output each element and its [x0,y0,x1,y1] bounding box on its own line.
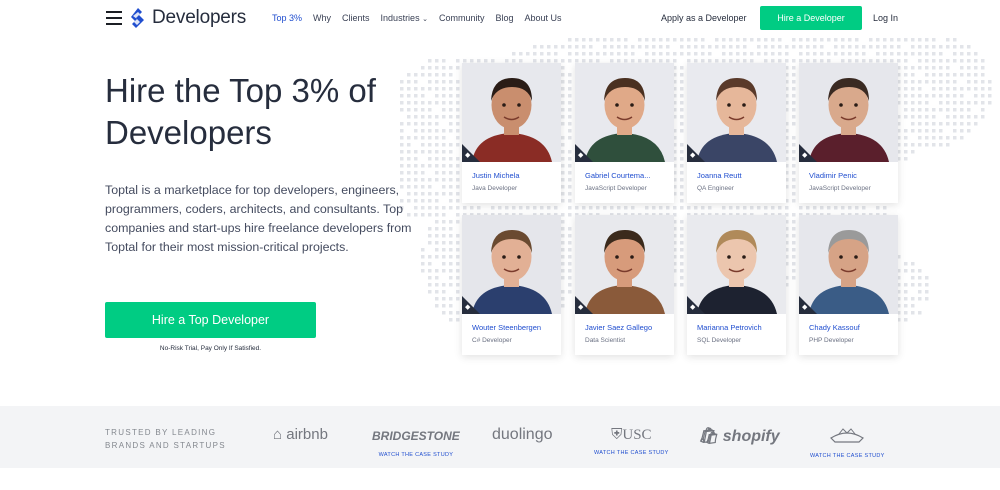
top-navigation: Developers Top 3% Why Clients Industries… [0,0,1000,36]
brand-name: airbnb [286,426,328,443]
toptal-logo-icon: ◆ [578,304,584,311]
brand-airbnb: ⌂ airbnb [273,426,328,443]
developer-role: Java Developer [472,185,518,192]
brand-name: shopify [722,428,780,445]
nav-link-about[interactable]: About Us [525,13,562,23]
brand-duolingo: duolingo [492,426,553,444]
duolingo-logo: duolingo [492,426,553,443]
developer-role: QA Engineer [697,185,734,192]
hire-top-developer-button[interactable]: Hire a Top Developer [105,302,316,338]
developer-name: Justin Michela [472,171,520,180]
developer-role: C# Developer [472,337,512,344]
shopify-logo: 🛍 shopify [698,426,780,446]
chevron-down-icon: ⌄ [422,16,428,23]
developer-card[interactable]: ◆ Chady Kassouf PHP Developer [799,215,898,355]
case-study-link[interactable]: WATCH THE CASE STUDY [594,450,669,456]
developer-card[interactable]: ◆ Joanna Reutt QA Engineer [687,63,786,203]
login-link[interactable]: Log In [873,13,898,23]
developer-name: Chady Kassouf [809,323,860,332]
developer-photo: ◆ [462,63,561,162]
developer-role: SQL Developer [697,337,742,344]
toptal-logo-icon: ◆ [690,304,696,311]
developer-role: Data Scientist [585,337,626,344]
logo-text: Developers [152,7,247,28]
bridgestone-logo: BRIDGESTONE [372,429,460,443]
nav-link-blog[interactable]: Blog [495,13,513,23]
developer-photo: ◆ [462,215,561,314]
developer-photo: ◆ [687,215,786,314]
trusted-label: TRUSTED BY LEADING BRANDS AND STARTUPS [105,428,226,450]
developer-name: Joanna Reutt [697,171,742,180]
brand-cavaliers: WATCH THE CASE STUDY [810,426,885,459]
toptal-logo-icon: ◆ [465,304,471,311]
developer-name: Marianna Petrovich [697,323,762,332]
developer-card[interactable]: ◆ Vladimir Penic JavaScript Developer [799,63,898,203]
toptal-logo-icon [131,8,144,28]
case-study-link[interactable]: WATCH THE CASE STUDY [810,453,885,459]
brand-name: USC [622,427,652,443]
hire-developer-button[interactable]: Hire a Developer [760,6,862,30]
nav-link-industries-label: Industries [380,13,420,23]
usc-logo: ⛨USC [594,426,669,444]
nav-links: Top 3% Why Clients Industries ⌄ Communit… [272,13,573,23]
toptal-logo-icon: ◆ [802,304,808,311]
brand-usc: ⛨USC WATCH THE CASE STUDY [594,426,669,456]
toptal-logo-icon: ◆ [802,152,808,159]
developer-photo: ◆ [687,63,786,162]
nav-link-why[interactable]: Why [313,13,331,23]
developer-photo: ◆ [799,215,898,314]
developer-name: Wouter Steenbergen [472,323,542,332]
shopify-bag-icon: 🛍 [698,428,719,445]
brand-shopify: 🛍 shopify [698,426,780,446]
page-title: Hire the Top 3% of Developers [105,72,376,151]
developer-name: Javier Saez Gallego [585,323,653,332]
developer-photo: ◆ [575,215,674,314]
nav-link-clients[interactable]: Clients [342,13,370,23]
developer-name: Gabriel Courtema... [585,171,651,180]
developer-photo: ◆ [575,63,674,162]
nav-link-top3[interactable]: Top 3% [272,13,302,23]
developer-card[interactable]: ◆ Gabriel Courtema... JavaScript Developer [575,63,674,203]
brand-bridgestone: BRIDGESTONE WATCH THE CASE STUDY [372,426,460,458]
airbnb-logo: ⌂ airbnb [273,426,328,443]
developer-card[interactable]: ◆ Wouter Steenbergen C# Developer [462,215,561,355]
logo[interactable]: Developers [131,7,246,29]
toptal-logo-icon: ◆ [465,152,471,159]
hamburger-icon[interactable] [106,11,122,25]
toptal-logo-icon: ◆ [578,152,584,159]
hero-description: Toptal is a marketplace for top develope… [105,183,412,254]
usc-shield-icon: ⛨ [611,427,623,443]
developer-role: JavaScript Developer [585,185,647,192]
airbnb-icon: ⌂ [273,426,283,443]
case-study-link[interactable]: WATCH THE CASE STUDY [372,452,460,458]
developer-card[interactable]: ◆ Marianna Petrovich SQL Developer [687,215,786,355]
nav-link-industries[interactable]: Industries ⌄ [381,13,428,23]
developer-photo: ◆ [799,63,898,162]
trusted-brands-band: TRUSTED BY LEADING BRANDS AND STARTUPS ⌂… [0,406,1000,468]
developer-role: JavaScript Developer [809,185,871,192]
developer-name: Vladimir Penic [809,171,857,180]
nav-link-community[interactable]: Community [439,13,485,23]
cavaliers-logo-icon [830,428,865,443]
developer-card[interactable]: ◆ Javier Saez Gallego Data Scientist [575,215,674,355]
cta-note: No-Risk Trial, Pay Only If Satisfied. [159,345,262,352]
developer-role: PHP Developer [809,337,854,344]
apply-link[interactable]: Apply as a Developer [661,13,747,23]
developer-card[interactable]: ◆ Justin Michela Java Developer [462,63,561,203]
toptal-logo-icon: ◆ [690,152,696,159]
